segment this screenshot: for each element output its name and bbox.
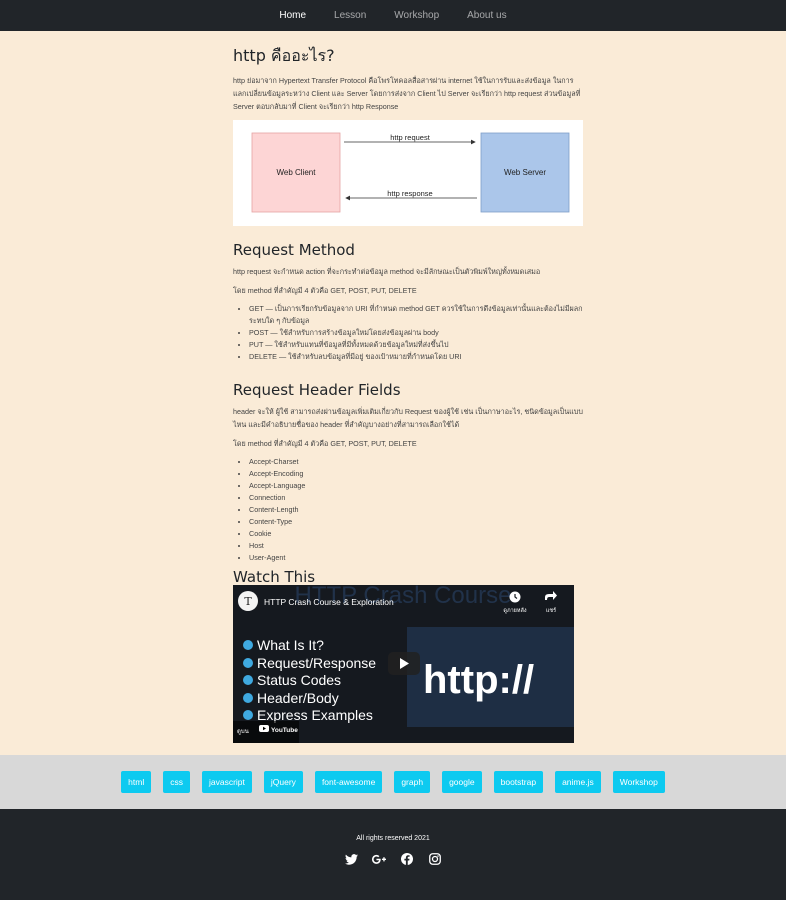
video-title: HTTP Crash Course & Exploration (264, 597, 394, 607)
list-item: Accept-Charset (249, 456, 583, 468)
list-item: PUT — ใช้สำหรับแทนที่ข้อมูลที่มีทั้งหมดด… (249, 339, 583, 351)
nav-workshop-link[interactable]: Workshop (394, 10, 439, 21)
video-big-text: http:// (423, 658, 534, 702)
video-bullet: Status Codes (257, 672, 341, 688)
channel-avatar-letter: T (244, 595, 252, 608)
web-server-label: Web Server (504, 168, 546, 177)
tag-jquery[interactable]: jQuery (263, 771, 303, 793)
list-item: Connection (249, 492, 583, 504)
list-item: Cookie (249, 528, 583, 540)
share-label: แชร์ (546, 607, 556, 614)
watch-on-label: ดูบน (237, 728, 249, 735)
header-text-2: โดย method ที่สำคัญมี 4 ตัวคือ GET, POST… (233, 439, 417, 448)
video-bullet: Request/Response (257, 655, 376, 671)
list-item: GET — เป็นการเรียกรับข้อมูลจาก URI ที่กำ… (249, 303, 583, 327)
video-bullet: What Is It? (257, 637, 324, 653)
list-item: DELETE — ใช้สำหรับลบข้อมูลที่มีอยู่ ของเ… (249, 351, 583, 363)
list-item: Host (249, 540, 583, 552)
header-title: Request Header Fields (233, 381, 401, 399)
method-text: http request จะกำหนด action ที่จะกระทำต่… (233, 267, 541, 276)
footer: All rights reserved 2021 (0, 809, 786, 900)
tag-graph[interactable]: graph (394, 771, 431, 793)
list-item: Content-Type (249, 516, 583, 528)
tag-css[interactable]: css (163, 771, 190, 793)
copyright-text: All rights reserved 2021 (356, 835, 430, 842)
http-diagram-svg: Web Client Web Server http request http … (251, 132, 570, 213)
main-content: http คืออะไร? http ย่อมาจาก Hypertext Tr… (233, 31, 583, 586)
nav-about-link[interactable]: About us (467, 10, 506, 21)
check-icon (243, 658, 253, 668)
tag-workshop[interactable]: Workshop (612, 771, 665, 793)
intro-text: http ย่อมาจาก Hypertext Transfer Protoco… (233, 76, 581, 111)
youtube-video-embed[interactable]: HTTP Crash Course T HTTP Crash Course & … (233, 585, 574, 743)
facebook-icon[interactable] (400, 852, 414, 866)
check-icon (243, 710, 253, 720)
video-bullet: Express Examples (257, 707, 373, 723)
video-bullet: Header/Body (257, 690, 339, 706)
nav-lesson-link[interactable]: Lesson (334, 10, 366, 21)
watch-title: Watch This (233, 568, 316, 586)
http-diagram: Web Client Web Server http request http … (233, 120, 583, 226)
list-item: POST — ใช้สำหรับการสร้างข้อมูลใหม่โดยส่ง… (249, 327, 583, 339)
check-icon (243, 693, 253, 703)
web-client-label: Web Client (277, 168, 317, 177)
list-item: Accept-Encoding (249, 468, 583, 480)
top-navbar: Home Lesson Workshop About us (0, 0, 786, 31)
intro-title: http คืออะไร? (233, 46, 335, 65)
social-icons (0, 852, 786, 866)
request-label: http request (390, 133, 431, 142)
list-item: Accept-Language (249, 480, 583, 492)
list-item: User-Agent (249, 552, 583, 564)
tag-bar: html css javascript jQuery font-awesome … (0, 755, 786, 809)
header-list: Accept-Charset Accept-Encoding Accept-La… (249, 456, 583, 564)
nav-home-link[interactable]: Home (279, 10, 306, 21)
response-label: http response (387, 189, 432, 198)
instagram-icon[interactable] (428, 852, 442, 866)
tag-javascript[interactable]: javascript (201, 771, 252, 793)
check-icon (243, 675, 253, 685)
method-title: Request Method (233, 241, 355, 259)
check-icon (243, 640, 253, 650)
method-text-2: โดย method ที่สำคัญมี 4 ตัวคือ GET, POST… (233, 286, 417, 295)
tag-html[interactable]: html (121, 771, 152, 793)
tag-google[interactable]: google (442, 771, 482, 793)
list-item: Content-Length (249, 504, 583, 516)
tag-font-awesome[interactable]: font-awesome (314, 771, 383, 793)
twitter-icon[interactable] (344, 852, 358, 866)
google-plus-icon[interactable] (372, 852, 386, 866)
tag-bootstrap[interactable]: bootstrap (493, 771, 544, 793)
play-icon (388, 652, 420, 675)
method-list: GET — เป็นการเรียกรับข้อมูลจาก URI ที่กำ… (249, 303, 583, 363)
video-thumbnail: HTTP Crash Course T HTTP Crash Course & … (233, 585, 574, 743)
watch-later-label: ดูภายหลัง (503, 607, 527, 614)
header-text: header จะให้ ผู้ใช้ สามารถส่งผ่านข้อมูลเ… (233, 407, 583, 429)
youtube-label: YouTube (271, 727, 298, 734)
clock-icon (509, 591, 521, 603)
tag-animejs[interactable]: anime.js (555, 771, 601, 793)
